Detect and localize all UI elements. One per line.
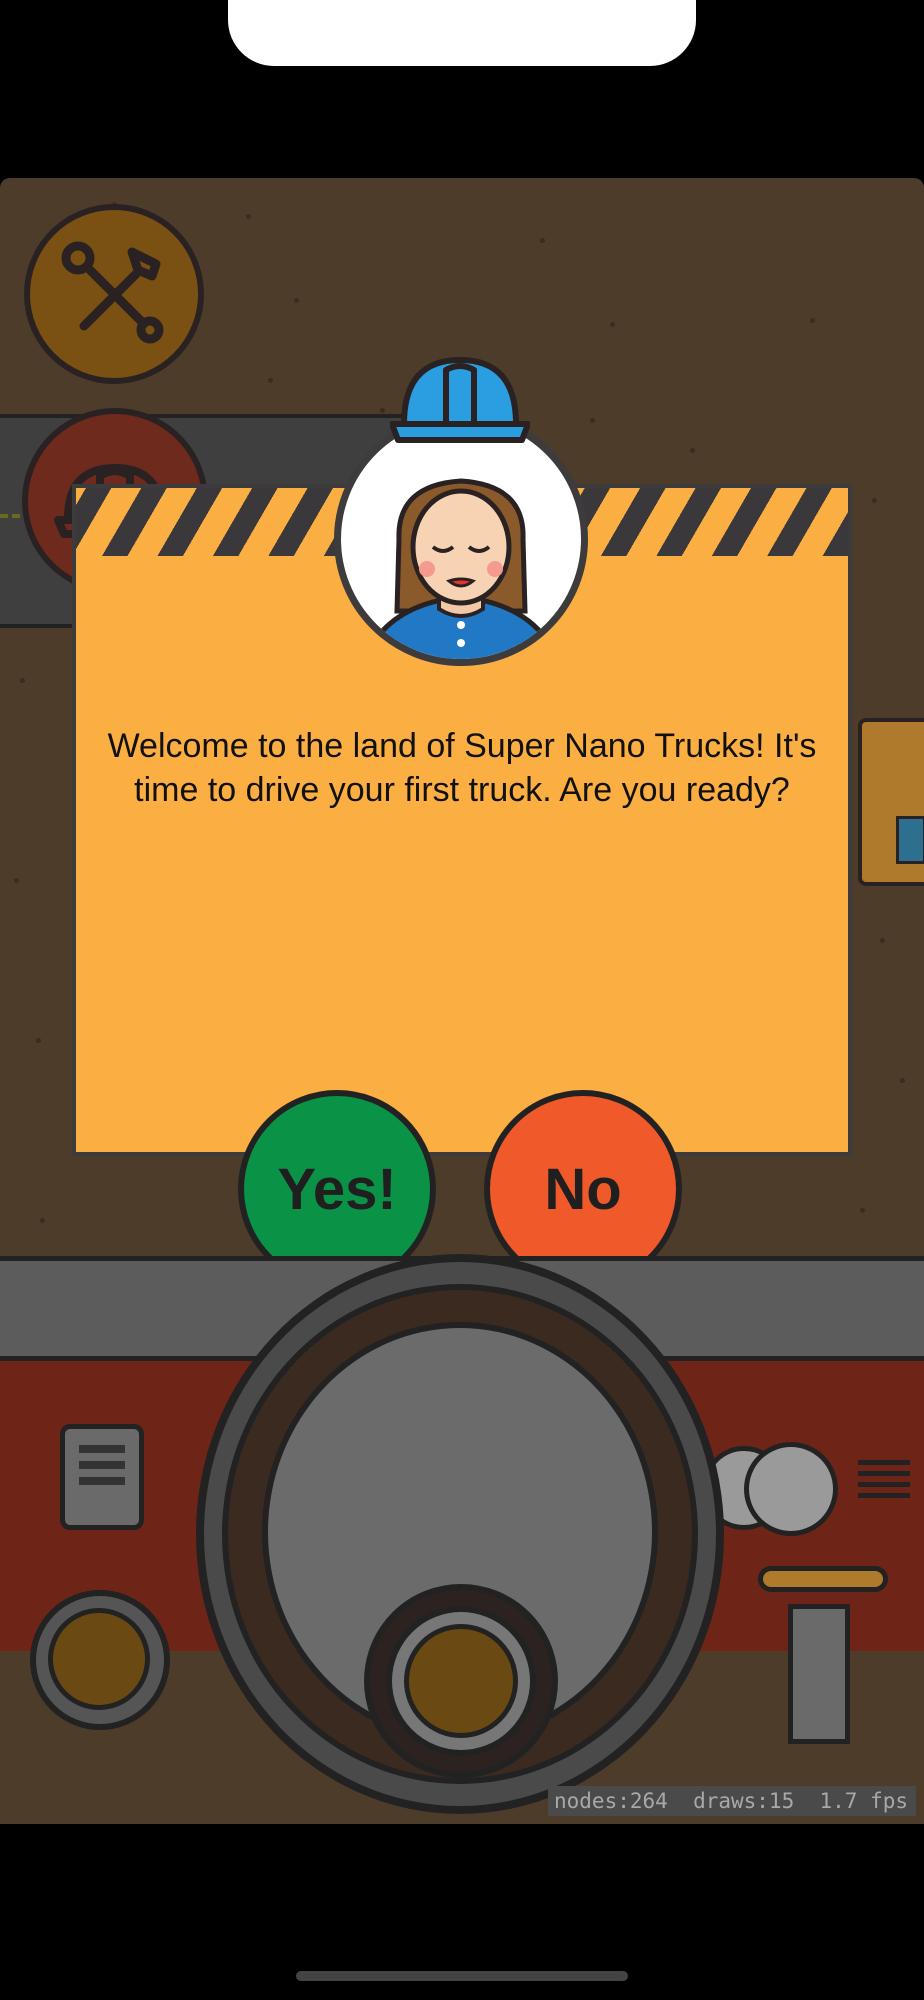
dirt-speck — [380, 408, 385, 413]
dirt-speck — [36, 1038, 41, 1043]
dirt-speck — [860, 1208, 865, 1213]
debug-stats: nodes:264 draws:15 1.7 fps — [548, 1786, 916, 1816]
dirt-speck — [590, 418, 595, 423]
radio-icon[interactable] — [60, 1424, 144, 1530]
truck-window — [896, 816, 924, 864]
dirt-speck — [294, 298, 299, 303]
dirt-speck — [540, 238, 545, 243]
dirt-speck — [20, 678, 25, 683]
menu-line — [858, 1471, 910, 1476]
dirt-speck — [690, 448, 695, 453]
tools-button[interactable] — [24, 204, 204, 384]
device-notch — [228, 0, 696, 66]
dirt-speck — [268, 378, 273, 383]
left-knob-button[interactable] — [48, 1608, 150, 1710]
dirt-speck — [880, 938, 885, 943]
horn-button[interactable] — [404, 1624, 518, 1738]
dirt-speck — [810, 318, 815, 323]
dirt-speck — [14, 878, 19, 883]
guide-avatar — [334, 412, 588, 666]
truck-peek — [858, 718, 924, 886]
tools-icon — [61, 241, 164, 344]
dirt-speck — [900, 1078, 905, 1083]
dirt-speck — [40, 1218, 45, 1223]
radio-grille — [79, 1477, 125, 1485]
device-frame: Welcome to the land of Super Nano Trucks… — [0, 0, 924, 2000]
dirt-speck — [610, 322, 615, 327]
radio-grille — [79, 1445, 125, 1453]
dirt-speck — [872, 498, 877, 503]
radio-grille — [79, 1461, 125, 1469]
menu-line — [858, 1482, 910, 1487]
speedometer-icon — [744, 1442, 838, 1536]
home-indicator[interactable] — [296, 1971, 628, 1981]
menu-icon[interactable] — [858, 1460, 910, 1508]
dirt-speck — [246, 214, 251, 219]
welcome-message: Welcome to the land of Super Nano Trucks… — [107, 727, 817, 809]
menu-line — [858, 1493, 910, 1498]
gear-slot — [788, 1604, 850, 1744]
guide-helmet-icon — [390, 357, 530, 443]
menu-line — [858, 1460, 910, 1465]
gear-lever[interactable] — [758, 1566, 888, 1592]
guide-portrait-icon — [361, 478, 561, 659]
